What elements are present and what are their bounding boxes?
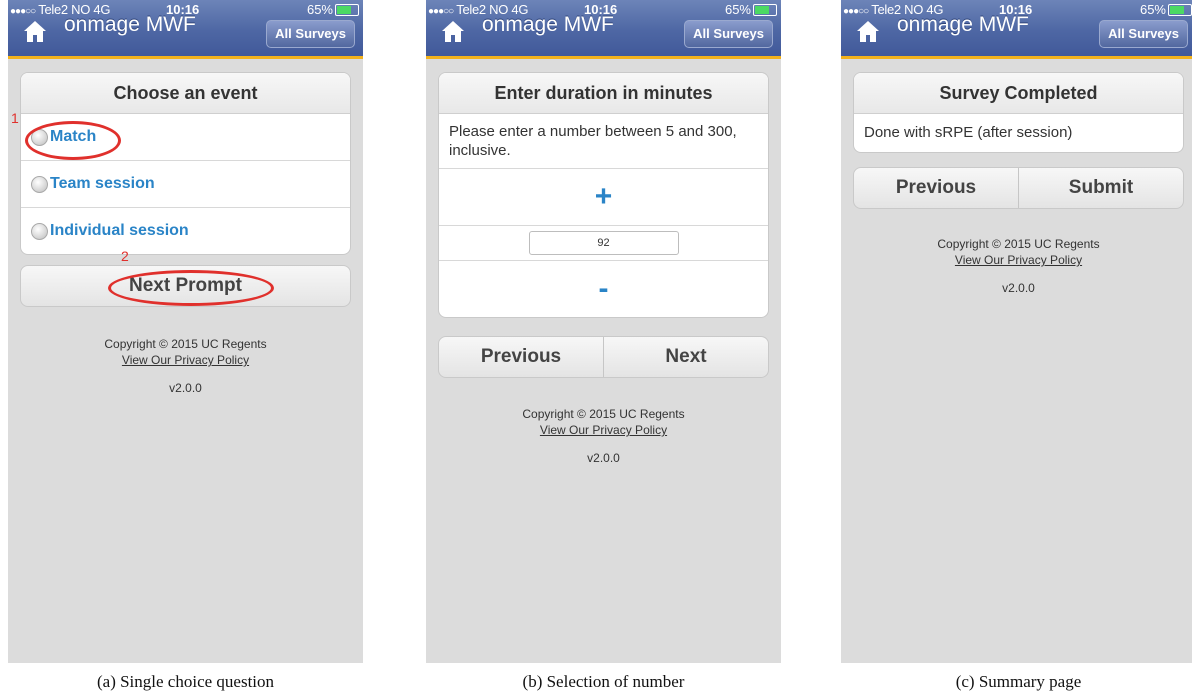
all-surveys-button[interactable]: All Surveys: [1099, 20, 1188, 48]
option-label[interactable]: Individual session: [50, 222, 189, 240]
footer: Copyright © 2015 UC Regents View Our Pri…: [426, 407, 781, 465]
option-individual-session[interactable]: Individual session: [21, 208, 350, 254]
next-button[interactable]: Next: [603, 337, 768, 377]
version-text: v2.0.0: [1002, 281, 1035, 295]
battery-icon: [1168, 3, 1192, 16]
copyright-text: Copyright © 2015 UC Regents: [104, 337, 267, 351]
app-title: onmage MWF: [482, 13, 614, 36]
home-icon[interactable]: [855, 18, 881, 44]
question-title: Choose an event: [21, 73, 350, 114]
question-description: Please enter a number between 5 and 300,…: [439, 114, 768, 169]
status-battery: 65%: [1140, 2, 1192, 17]
radio-icon[interactable]: [31, 222, 48, 240]
navigation-buttons: Previous Next: [438, 336, 769, 378]
summary-title: Survey Completed: [854, 73, 1183, 114]
plus-icon[interactable]: +: [595, 180, 613, 214]
status-battery: 65%: [307, 2, 359, 17]
copyright-text: Copyright © 2015 UC Regents: [937, 237, 1100, 251]
app-title: onmage MWF: [64, 13, 196, 36]
copyright-text: Copyright © 2015 UC Regents: [522, 407, 685, 421]
summary-card: Survey Completed Done with sRPE (after s…: [853, 72, 1184, 153]
radio-icon[interactable]: [31, 175, 48, 193]
submit-button[interactable]: Submit: [1018, 168, 1183, 208]
number-row: 92: [439, 226, 768, 261]
footer: Copyright © 2015 UC Regents View Our Pri…: [8, 337, 363, 395]
all-surveys-button[interactable]: All Surveys: [266, 20, 355, 48]
privacy-policy-link[interactable]: View Our Privacy Policy: [8, 353, 363, 367]
number-input[interactable]: 92: [528, 231, 679, 255]
navigation-buttons: Previous Submit: [853, 167, 1184, 209]
annotation-circle-next: [108, 270, 274, 306]
caption-a: (a) Single choice question: [96, 672, 275, 691]
previous-button[interactable]: Previous: [854, 168, 1018, 208]
battery-icon: [335, 3, 359, 16]
footer: Copyright © 2015 UC Regents View Our Pri…: [841, 237, 1192, 295]
phone-screen-number: ●●●○○ Tele2 NO 4G 10:16 65% onmage MWF A…: [426, 0, 781, 663]
previous-button[interactable]: Previous: [439, 337, 603, 377]
summary-message: Done with sRPE (after session): [864, 124, 1073, 141]
question-title: Enter duration in minutes: [439, 73, 768, 114]
home-icon[interactable]: [22, 18, 48, 44]
privacy-policy-link[interactable]: View Our Privacy Policy: [841, 253, 1192, 267]
phone-screen-single-choice: ●●●○○ Tele2 NO 4G 10:16 65% onmage MWF A…: [8, 0, 363, 663]
all-surveys-button[interactable]: All Surveys: [684, 20, 773, 48]
status-battery: 65%: [725, 2, 777, 17]
app-header: ●●●○○ Tele2 NO 4G 10:16 65% onmage MWF A…: [8, 0, 363, 59]
option-team-session[interactable]: Team session: [21, 161, 350, 208]
minus-icon[interactable]: -: [599, 272, 609, 306]
annotation-number-2: 2: [121, 248, 129, 264]
version-text: v2.0.0: [587, 451, 620, 465]
privacy-policy-link[interactable]: View Our Privacy Policy: [426, 423, 781, 437]
caption-c: (c) Summary page: [955, 672, 1082, 691]
question-card: Choose an event Match Team session Indiv…: [20, 72, 351, 255]
app-header: ●●●○○ Tele2 NO 4G 10:16 65% onmage MWF A…: [426, 0, 781, 59]
question-card: Enter duration in minutes Please enter a…: [438, 72, 769, 318]
app-header: ●●●○○ Tele2 NO 4G 10:16 65% onmage MWF A…: [841, 0, 1192, 59]
phone-screen-summary: ●●●○○ Tele2 NO 4G 10:16 65% onmage MWF A…: [841, 0, 1192, 663]
option-label[interactable]: Team session: [50, 175, 155, 193]
increment-button[interactable]: +: [439, 169, 768, 226]
app-title: onmage MWF: [897, 13, 1029, 36]
caption-b: (b) Selection of number: [522, 672, 685, 691]
home-icon[interactable]: [440, 18, 466, 44]
battery-icon: [753, 3, 777, 16]
decrement-button[interactable]: -: [439, 261, 768, 317]
annotation-circle-match: [25, 121, 121, 160]
annotation-number-1: 1: [11, 110, 19, 126]
version-text: v2.0.0: [169, 381, 202, 395]
